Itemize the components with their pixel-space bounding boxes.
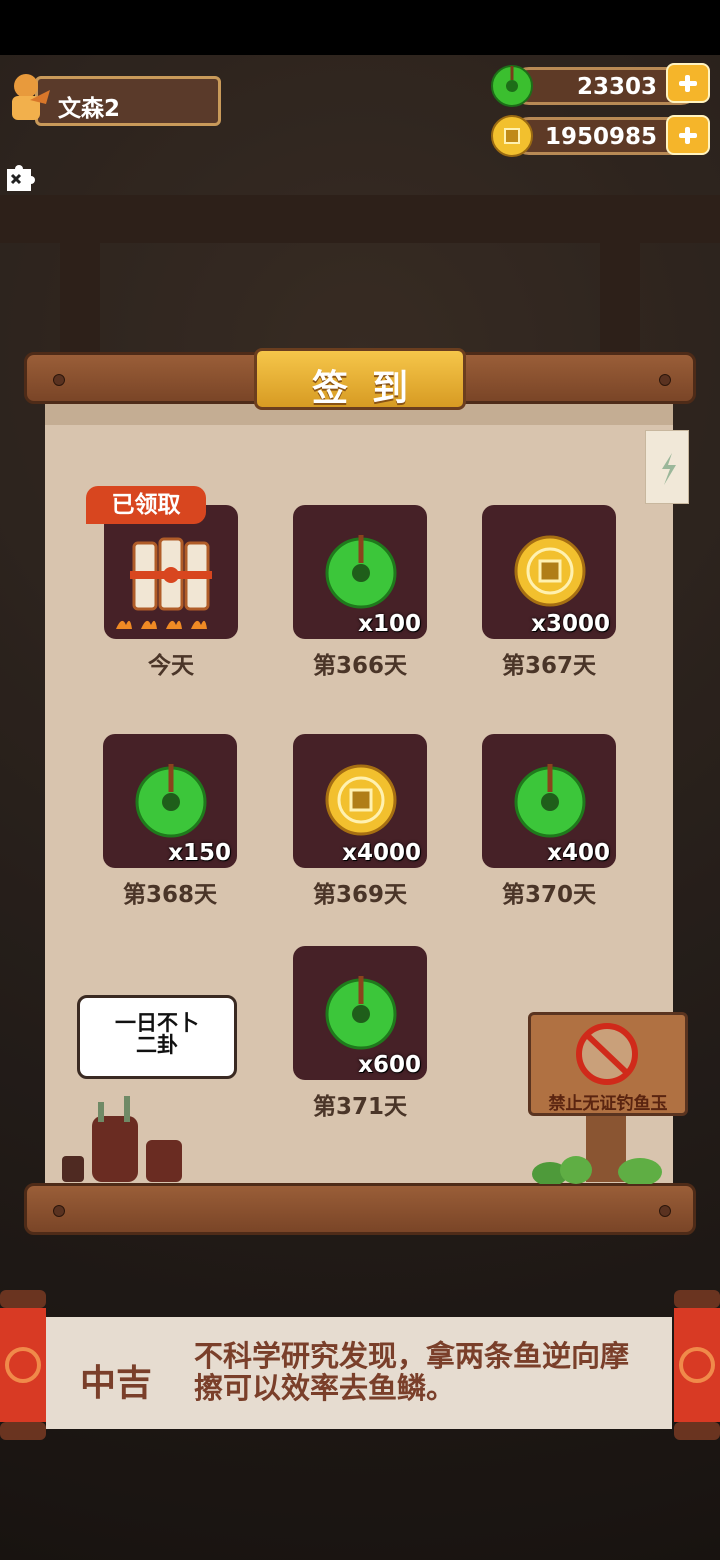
checkin-title-tab: 签到 <box>254 348 466 410</box>
claimed-badge: 已领取 <box>86 486 206 524</box>
day-label: 第369天 <box>312 882 407 908</box>
reward-card-day367[interactable]: x3000 <box>482 505 616 639</box>
status-bar <box>0 0 720 55</box>
player-name: 文森2 <box>58 96 121 122</box>
reward-card-day366[interactable]: x100 <box>293 505 427 639</box>
day-label: 第370天 <box>501 882 596 908</box>
add-jade-button[interactable] <box>666 63 710 103</box>
reward-card-day370[interactable]: x400 <box>482 734 616 868</box>
day-label: 第371天 <box>312 1094 407 1120</box>
player-name-plate[interactable]: 文森2 <box>35 76 221 126</box>
reward-quantity: x3000 <box>531 611 610 637</box>
reward-quantity: x4000 <box>342 840 421 866</box>
side-tag[interactable] <box>645 430 689 504</box>
reward-quantity: x400 <box>547 840 610 866</box>
jade-icon <box>325 535 397 609</box>
prohibited-icon <box>576 1023 638 1085</box>
day-label: 第368天 <box>122 882 217 908</box>
reward-card-day369[interactable]: x4000 <box>293 734 427 868</box>
firecracker-icon <box>116 537 212 629</box>
reward-quantity: x600 <box>358 1052 421 1078</box>
jade-icon <box>135 764 207 838</box>
jade-balance: 23303 <box>576 74 657 100</box>
lightning-icon <box>662 453 676 485</box>
reward-card-day368[interactable]: x150 <box>103 734 237 868</box>
speech-bubble: 一日不卜 二卦 <box>77 995 237 1079</box>
player-avatar-icon[interactable] <box>6 70 52 126</box>
checkin-title: 签到 <box>311 368 432 409</box>
coin-icon <box>325 764 397 836</box>
reward-card-day371[interactable]: x600 <box>293 946 427 1080</box>
speech-bubble-text: 一日不卜 二卦 <box>115 1011 199 1057</box>
reward-quantity: x100 <box>358 611 421 637</box>
puzzle-icon[interactable] <box>4 163 38 195</box>
jade-icon <box>514 764 586 838</box>
coin-icon <box>514 535 586 607</box>
jade-icon <box>491 65 533 107</box>
day-label: 第366天 <box>312 653 407 679</box>
add-coins-button[interactable] <box>666 115 710 155</box>
fortune-text: 不科学研究发现，拿两条鱼逆向摩擦可以效率去鱼鳞。 <box>194 1339 630 1405</box>
day-label: 今天 <box>148 653 194 679</box>
coin-icon <box>491 115 533 157</box>
reward-card-today[interactable] <box>104 505 238 639</box>
grass-decoration <box>532 1156 662 1184</box>
pottery-decoration <box>62 1096 182 1182</box>
jade-icon <box>325 976 397 1050</box>
no-fishing-sign: 禁止无证钓鱼玉 <box>528 1012 688 1116</box>
day-label: 第367天 <box>501 653 596 679</box>
sign-text: 禁止无证钓鱼玉 <box>548 1094 668 1114</box>
reward-quantity: x150 <box>168 840 231 866</box>
scroll-end-left <box>0 1290 46 1440</box>
scroll-end-right <box>674 1290 720 1440</box>
panel-bottom-rod <box>24 1183 696 1235</box>
coin-balance: 1950985 <box>544 124 657 150</box>
fortune-level: 中吉 <box>80 1362 153 1404</box>
